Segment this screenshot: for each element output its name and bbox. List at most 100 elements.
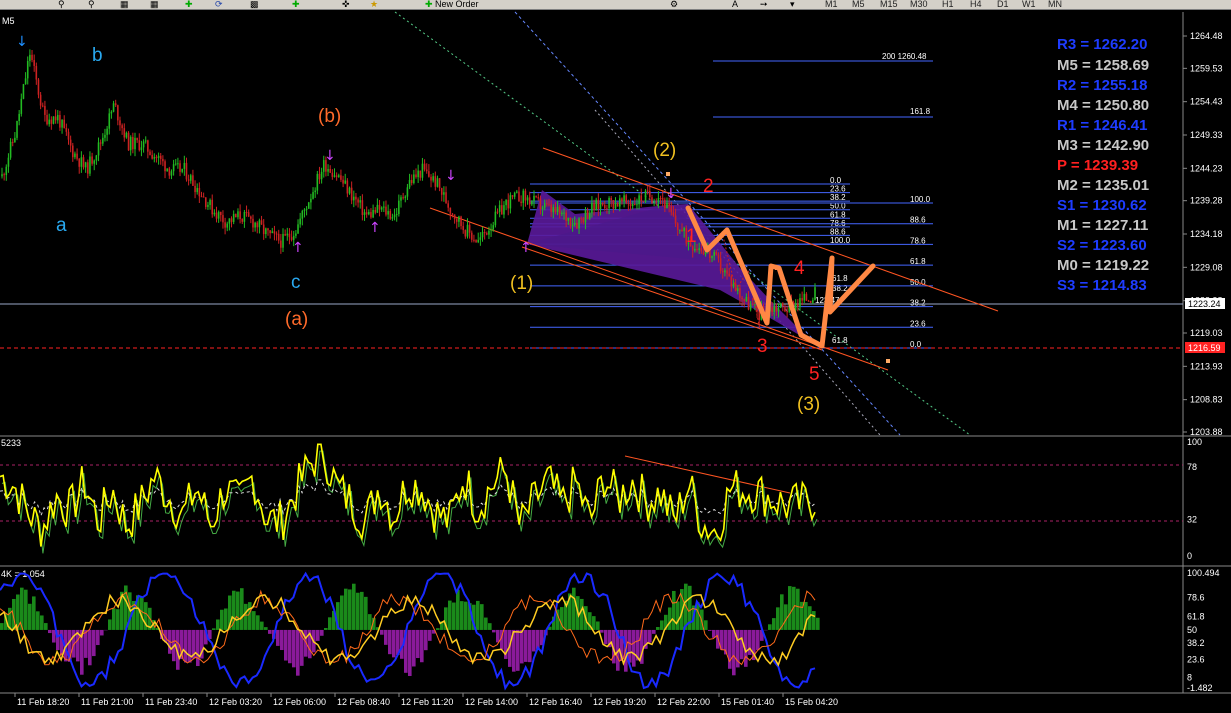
osc-histogram-bar [284, 629, 288, 661]
candle-body [132, 136, 134, 150]
candle-body [350, 187, 353, 201]
candle-body [297, 224, 299, 234]
candle-body [415, 174, 417, 178]
candle-body [413, 174, 415, 183]
candle-body [147, 140, 149, 152]
candle-body [395, 214, 398, 216]
candle-body [408, 180, 411, 188]
candle-body [618, 198, 621, 207]
candle-body [63, 119, 66, 128]
candle-body [97, 142, 100, 156]
time-axis: 11 Feb 18:20 11 Feb 21:00 11 Feb 23:40 12 F… [14, 693, 838, 707]
price-tick-label: 1234.18 [1190, 229, 1223, 239]
osc-tick-label: 61.8 [1187, 612, 1205, 622]
fib-level-label: 100.0 [910, 195, 931, 204]
osc-histogram-bar [92, 629, 96, 657]
pivot-m0: M0 = 1219.22 [1057, 257, 1150, 274]
candle-body [505, 199, 507, 206]
candle-body [22, 84, 25, 99]
price-axis: 1264.48 1259.53 1254.43 1249.33 1244.23 1239.… [1183, 31, 1223, 437]
candle-body [164, 161, 166, 172]
osc-histogram-bar [84, 629, 88, 658]
candle-body [136, 137, 138, 141]
candle-body [44, 106, 46, 115]
chart-area[interactable]: M5 200 1260.48 161.8 0.023.638.250.061.8… [0, 0, 1231, 713]
fib-level-label: 78.6 [910, 236, 926, 245]
candle-body [247, 212, 250, 217]
candle-body [614, 203, 617, 209]
stoch-divergence-line [624, 455, 791, 494]
candle-body [348, 187, 351, 194]
candle-body [591, 202, 593, 214]
candle-body [228, 218, 231, 224]
osc-histogram-bar [648, 629, 652, 643]
candle-body [389, 211, 392, 219]
candle-body [488, 230, 490, 235]
candle-body [451, 213, 454, 215]
candle-body [200, 196, 203, 198]
candle-body [153, 156, 156, 159]
osc-histogram-bar [304, 629, 308, 657]
price-tick-label: 1259.53 [1190, 63, 1223, 73]
candle-body [713, 252, 715, 256]
candle-body [383, 206, 385, 208]
price-tick-label: 1219.03 [1190, 328, 1223, 338]
candle-body [303, 209, 306, 211]
osc-histogram-bar [424, 629, 428, 651]
osc-histogram-bar [676, 601, 680, 630]
candle-body [711, 255, 713, 258]
candle-body [595, 199, 597, 211]
candle-body [601, 203, 604, 205]
osc-histogram-bar [236, 591, 240, 630]
candle-body [144, 140, 147, 142]
candle-body [307, 202, 310, 209]
candle-body [503, 205, 505, 215]
candle-body [335, 175, 338, 177]
candle-body [681, 229, 683, 232]
osc-histogram-bar [420, 629, 424, 663]
osc-histogram-bar [816, 617, 820, 630]
candle-body [616, 203, 619, 207]
candle-body [455, 219, 458, 222]
candle-body [655, 201, 658, 203]
candle-body [612, 200, 615, 209]
red-line-tag: 1216.59 [1188, 343, 1221, 353]
candle-body [327, 168, 329, 172]
candle-body [361, 200, 364, 215]
candle-body [123, 128, 126, 138]
stoch-main-line [0, 443, 816, 547]
candle-body [580, 218, 582, 220]
candle-body [372, 209, 374, 218]
time-tick-label: 11 Feb 23:40 [145, 697, 197, 707]
candle-body [359, 200, 362, 203]
current-price-tag: 1223.24 [1188, 299, 1221, 309]
candle-body [674, 215, 677, 224]
price-tick-label: 1229.08 [1190, 262, 1223, 272]
osc-histogram-bar [292, 629, 296, 668]
candle-body [363, 212, 366, 215]
candle-body [473, 239, 475, 241]
pivot-p: P = 1239.39 [1057, 157, 1139, 174]
candle-body [485, 233, 488, 235]
candle-body [346, 180, 349, 194]
osc-tick-label: -1.482 [1187, 683, 1213, 693]
price-tick-label: 1203.88 [1190, 427, 1223, 437]
osc-histogram-bar [116, 609, 120, 630]
candle-body [700, 248, 703, 252]
candle-body [198, 187, 201, 197]
candle-body [636, 204, 638, 206]
candle-body [48, 119, 50, 125]
candle-body [599, 203, 602, 209]
candle-body [196, 187, 199, 193]
candle-body [127, 132, 130, 151]
candle-body [402, 197, 404, 199]
osc-histogram-bar [340, 595, 344, 630]
osc-histogram-bar [24, 589, 28, 630]
wave-label-2-paren: (2) [653, 140, 676, 161]
arrow-down-icon-high: ↓ [16, 34, 28, 50]
candle-body [121, 125, 123, 129]
candle-body [204, 197, 207, 207]
candle-body [99, 142, 102, 144]
candle-body [462, 226, 465, 231]
candle-body [477, 239, 480, 243]
